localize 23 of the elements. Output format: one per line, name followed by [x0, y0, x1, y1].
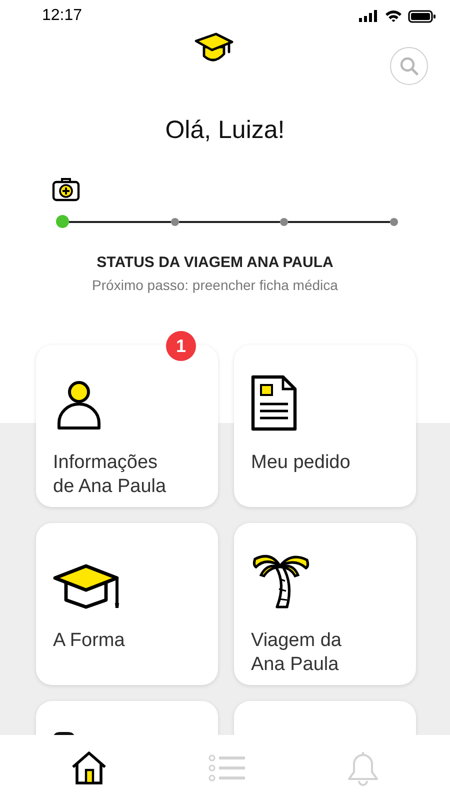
bell-icon — [347, 750, 380, 786]
wifi-icon — [385, 10, 402, 22]
next-step-text: Próximo passo: preencher ficha médica — [91, 277, 339, 293]
menu-card[interactable]: Meu pedido — [234, 345, 416, 507]
card-label: A Forma — [53, 629, 126, 653]
greeting-heading: Olá, Luiza! — [164, 116, 286, 145]
menu-card[interactable]: Viagem da Ana Paula — [234, 523, 416, 685]
graduation-cap-icon — [194, 32, 234, 64]
status-title: STATUS DA VIAGEM ANA PAULA — [96, 254, 334, 271]
search-icon — [399, 56, 419, 76]
status-time: 12:17 — [42, 7, 82, 25]
medical-kit-icon — [52, 176, 80, 202]
battery-icon — [408, 10, 436, 22]
search-button[interactable] — [390, 47, 428, 85]
document-icon — [251, 375, 297, 431]
menu-card[interactable]: A Forma — [36, 523, 218, 685]
home-icon — [70, 750, 107, 784]
notification-badge: 1 — [166, 331, 196, 361]
list-icon — [208, 754, 246, 782]
card-label: Viagem da Ana Paula — [251, 629, 342, 677]
card-label: Meu pedido — [251, 451, 352, 475]
signal-icon — [359, 10, 379, 22]
card-label: Informações de Ana Paula — [53, 451, 168, 499]
